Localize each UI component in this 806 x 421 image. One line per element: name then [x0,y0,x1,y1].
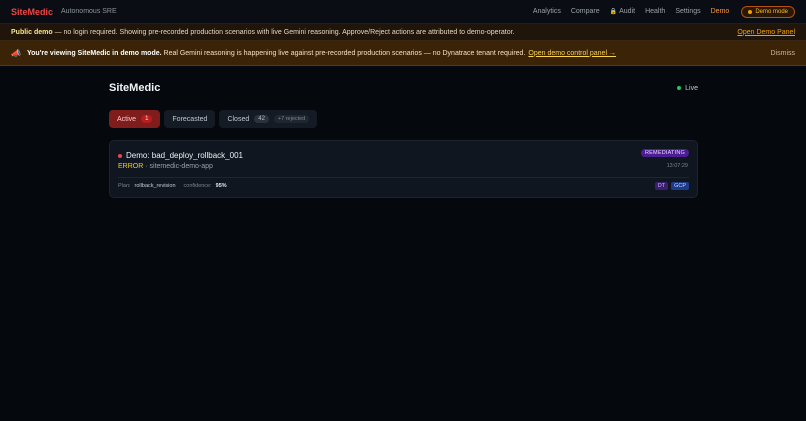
public-demo-banner: Public demo — no login required. Showing… [0,24,806,41]
tab-closed[interactable]: Closed 42 +7 rejected [219,110,318,128]
incident-status-dot-icon [118,153,122,158]
tag-gcp: GCP [671,182,689,190]
incident-plan: Plan: rollback_revision confidence: 95% [118,183,227,189]
nav-compare[interactable]: Compare [571,8,600,15]
tab-forecasted[interactable]: Forecasted [164,110,216,128]
incident-title: Demo: bad_deploy_rollback_001 [126,151,243,160]
closed-count-badge: 42 [254,115,269,123]
lock-icon: 🔒 [609,9,618,15]
title-row: SiteMedic Live [109,82,698,94]
demo-mode-text: You're viewing SiteMedic in demo mode. R… [27,49,526,57]
public-demo-text: Public demo — no login required. Showing… [11,28,515,36]
source-tags: DT GCP [654,182,689,190]
incident-header: Demo: bad_deploy_rollback_001 [118,151,243,160]
demo-mode-badge[interactable]: Demo mode [741,5,795,18]
dismiss-button[interactable]: Dismiss [771,50,796,57]
incident-timestamp: 13:07:29 [666,163,688,169]
nav-analytics[interactable]: Analytics [533,8,561,15]
confidence-value: 95% [215,183,227,189]
megaphone-icon: 📣 [11,48,21,58]
live-status: Live [677,85,698,92]
severity-label: ERROR [118,163,144,170]
live-dot-icon [677,86,682,90]
nav-demo[interactable]: Demo [711,8,730,15]
card-divider [118,177,689,178]
status-badge: REMEDIATING [641,149,689,157]
status-dot-icon [748,9,753,14]
open-demo-control-panel-link[interactable]: Open demo control panel → [528,50,616,57]
nav-health[interactable]: Health [645,8,665,15]
page-title: SiteMedic [109,82,161,94]
incident-tabs: Active 1 Forecasted Closed 42 +7 rejecte… [109,110,698,128]
brand-tagline: Autonomous SRE [61,8,117,15]
active-count-badge: 1 [141,115,153,123]
service-name: sitemedic-demo-app [149,163,213,170]
incident-card[interactable]: Demo: bad_deploy_rollback_001 ERROR · si… [109,140,698,198]
plan-value: rollback_revision [134,183,176,189]
top-nav: SiteMedic Autonomous SRE Analytics Compa… [0,0,806,24]
tab-active[interactable]: Active 1 [109,110,161,128]
tag-dt: DT [654,182,669,190]
incident-subtitle: ERROR · sitemedic-demo-app [118,163,213,170]
nav-audit[interactable]: 🔒 Audit [610,8,635,15]
main-content: SiteMedic Live Active 1 Forecasted Close… [109,82,698,198]
open-demo-panel-link[interactable]: Open Demo Panel [737,29,795,36]
brand-logo[interactable]: SiteMedic [11,7,53,17]
demo-mode-banner: 📣 You're viewing SiteMedic in demo mode.… [0,41,806,66]
nav-settings[interactable]: Settings [675,8,700,15]
rejected-count-badge: +7 rejected [273,115,310,123]
nav-links: Analytics Compare 🔒 Audit Health Settings… [533,5,795,18]
